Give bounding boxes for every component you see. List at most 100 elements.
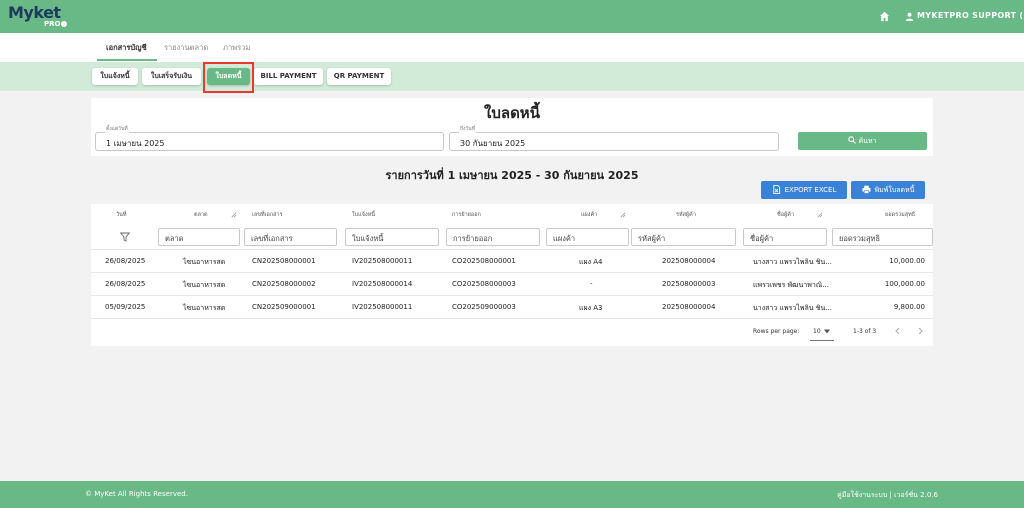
filter-stall-input[interactable]: แผงค้า [546, 228, 629, 246]
main-nav: เอกสารบัญชี รายงานตลาด ภาพรวม [0, 33, 1024, 62]
subtab-invoice[interactable]: ใบแจ้งหนี้ [92, 68, 138, 85]
filter-icon[interactable] [120, 232, 130, 242]
page-range-text: 1-3 of 3 [853, 328, 877, 335]
export-excel-button[interactable]: EXPORT EXCEL [761, 181, 847, 199]
cell-market: ไซนอาหารสด [183, 304, 226, 312]
cell-document-number[interactable]: CN202508000002 [252, 280, 316, 288]
cell-date: 26/08/2025 [105, 280, 146, 288]
tab-accounting-documents[interactable]: เอกสารบัญชี [106, 42, 147, 54]
cell-vendor-code: 202508000004 [662, 303, 716, 311]
cell-stall: - [590, 280, 593, 288]
dropdown-arrow-icon[interactable] [824, 329, 830, 334]
search-button[interactable]: ค้นหา [798, 132, 927, 150]
highlight-box [203, 62, 254, 93]
cell-vendor-code: 202508000004 [662, 257, 716, 265]
column-header-net-total[interactable]: ยอดรวมสุทธิ [885, 211, 915, 219]
export-excel-label: EXPORT EXCEL [784, 186, 837, 194]
chevron-right-icon[interactable] [917, 327, 924, 335]
search-button-label: ค้นหา [858, 137, 877, 145]
table-pagination: Rows per page: 10 1-3 of 3 [91, 318, 933, 341]
cell-market: ไซนอาหารสด [183, 258, 226, 266]
cell-date: 26/08/2025 [105, 257, 146, 265]
resize-icon[interactable] [619, 211, 626, 218]
cell-vendor-name: นางสาว แพรวไพลิน ชิน... [753, 304, 832, 312]
table-row[interactable]: 26/08/2025 ไซนอาหารสด CN202508000001 IV2… [91, 249, 933, 272]
filter-net-total-placeholder: ยอดรวมสุทธิ [839, 234, 881, 243]
page-title: ใบลดหนี้ [484, 104, 540, 122]
cell-net-total: 10,000.00 [889, 257, 925, 265]
footer-version[interactable]: คู่มือใช้งานระบบ | เวอร์ชั่น 2.0.6 [837, 490, 938, 501]
end-date-label: ถึงวันที่ [459, 125, 476, 133]
app-logo[interactable]: Myket PRO [8, 3, 68, 31]
filter-market-placeholder: ตลาด [165, 234, 184, 243]
credit-note-table: วันที่ ตลาด เลขที่เอกสาร ใบแจ้งหนี้ การย… [91, 204, 933, 346]
cell-invoice: IV202508000011 [352, 257, 413, 265]
cell-document-number[interactable]: CN202508000001 [252, 257, 316, 265]
footer-copyright: © MyKet All Rights Reserved. [85, 490, 188, 498]
filter-vendor-name-placeholder: ชื่อผู้ค้า [750, 234, 774, 243]
start-date-field[interactable]: ตั้งแต่วันที่ 1 เมษายน 2025 [95, 125, 444, 151]
filter-move-out-placeholder: การย้ายออก [453, 234, 493, 243]
rows-per-page-label: Rows per page: [753, 328, 800, 335]
column-header-document-number[interactable]: เลขที่เอกสาร [252, 211, 283, 219]
printer-icon [861, 185, 871, 194]
user-icon[interactable] [905, 12, 914, 21]
cell-net-total: 9,800.00 [893, 303, 925, 311]
chevron-left-icon[interactable] [894, 327, 901, 335]
subtab-qr-payment[interactable]: QR PAYMENT [327, 68, 391, 85]
column-header-market[interactable]: ตลาด [194, 211, 208, 219]
filter-market-input[interactable]: ตลาด [158, 228, 240, 246]
cell-market: ไซนอาหารสด [183, 281, 226, 289]
cell-vendor-name: แพรวเพชร พัฒนาพาณิ... [753, 281, 829, 289]
filter-stall-placeholder: แผงค้า [553, 234, 576, 243]
column-header-move-out[interactable]: การย้ายออก [452, 211, 481, 219]
table-row[interactable]: 26/08/2025 ไซนอาหารสด CN202508000002 IV2… [91, 272, 933, 295]
cell-stall: แผง A4 [579, 258, 603, 266]
top-bar: Myket PRO MYKETPRO SUPPORT (P) [0, 0, 1024, 33]
filter-invoice-placeholder: ใบแจ้งหนี้ [352, 234, 384, 243]
column-header-stall[interactable]: แผงค้า [581, 211, 597, 219]
resize-icon[interactable] [230, 211, 237, 218]
cell-document-number[interactable]: CN202509000001 [252, 303, 316, 311]
filter-vendor-code-input[interactable]: รหัสผู้ค้า [631, 228, 736, 246]
cell-vendor-code: 202508000003 [662, 280, 716, 288]
cell-move-out: CO202508000001 [452, 257, 516, 265]
filter-document-number-input[interactable]: เลขที่เอกสาร [244, 228, 337, 246]
cell-date: 05/09/2025 [105, 303, 146, 311]
tab-overview[interactable]: ภาพรวม [223, 42, 250, 54]
user-name[interactable]: MYKETPRO SUPPORT (P) [917, 11, 1024, 20]
filter-vendor-code-placeholder: รหัสผู้ค้า [638, 234, 666, 243]
cell-net-total: 100,000.00 [884, 280, 925, 288]
excel-file-icon [772, 185, 780, 194]
cell-vendor-name: นางสาว แพรวไพลิน ชิน... [753, 258, 832, 266]
filter-net-total-input[interactable]: ยอดรวมสุทธิ [832, 228, 933, 246]
active-tab-indicator [97, 59, 157, 61]
footer: © MyKet All Rights Reserved. คู่มือใช้งา… [0, 481, 1024, 508]
column-header-vendor-name[interactable]: ชื่อผู้ค้า [777, 211, 794, 219]
cell-invoice: IV202508000014 [352, 280, 413, 288]
start-date-label: ตั้งแต่วันที่ [105, 125, 129, 133]
tab-market-report[interactable]: รายงานตลาด [164, 42, 208, 54]
start-date-value: 1 เมษายน 2025 [106, 139, 165, 148]
column-header-vendor-code[interactable]: รหัสผู้ค้า [676, 211, 696, 219]
table-row[interactable]: 05/09/2025 ไซนอาหารสด CN202509000001 IV2… [91, 295, 933, 318]
subtab-bill-payment[interactable]: BILL PAYMENT [254, 68, 323, 85]
cell-invoice: IV202508000011 [352, 303, 413, 311]
home-icon[interactable] [879, 11, 890, 22]
search-icon [848, 136, 857, 144]
resize-icon[interactable] [816, 211, 823, 218]
end-date-field[interactable]: ถึงวันที่ 30 กันยายน 2025 [449, 125, 779, 151]
end-date-value: 30 กันยายน 2025 [460, 139, 526, 148]
print-credit-note-button[interactable]: พิมพ์ใบลดหนี้ [851, 181, 925, 199]
rows-per-page-select[interactable]: 10 [813, 328, 821, 335]
column-header-date[interactable]: วันที่ [116, 211, 126, 219]
filter-document-number-placeholder: เลขที่เอกสาร [251, 234, 293, 243]
filter-invoice-input[interactable]: ใบแจ้งหนี้ [345, 228, 439, 246]
subtab-receipt[interactable]: ใบเสร็จรับเงิน [142, 68, 201, 85]
logo-subtext: PRO [44, 20, 68, 28]
rows-select-underline [810, 340, 834, 341]
cell-move-out: CO202509000003 [452, 303, 516, 311]
column-header-invoice[interactable]: ใบแจ้งหนี้ [352, 211, 375, 219]
filter-vendor-name-input[interactable]: ชื่อผู้ค้า [743, 228, 827, 246]
filter-move-out-input[interactable]: การย้ายออก [446, 228, 540, 246]
